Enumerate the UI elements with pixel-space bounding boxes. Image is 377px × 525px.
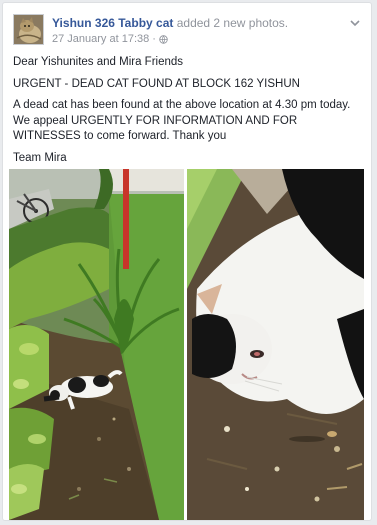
post-header: Yishun 326 Tabby cat added 2 new photos.… — [13, 14, 361, 48]
post-body: Dear Yishunites and Mira Friends URGENT … — [13, 55, 361, 172]
photo-garden-cat[interactable] — [9, 169, 184, 520]
post-headline: URGENT - DEAD CAT FOUND AT BLOCK 162 YIS… — [13, 77, 300, 90]
post-greeting: Dear Yishunites and Mira Friends — [13, 56, 184, 68]
author-name[interactable]: Yishun 326 Tabby cat — [52, 16, 173, 30]
author-line: Yishun 326 Tabby cat added 2 new photos. — [52, 16, 288, 30]
post-card: Yishun 326 Tabby cat added 2 new photos.… — [2, 2, 372, 521]
post-timestamp[interactable]: 27 January at 17:38 — [52, 33, 149, 45]
globe-icon — [159, 34, 168, 44]
avatar[interactable] — [13, 14, 44, 45]
photo-cat-closeup[interactable] — [187, 169, 364, 520]
post-signature: Team Mira — [13, 151, 67, 164]
photo-grid — [9, 169, 364, 520]
post-action: added 2 new photos. — [176, 16, 289, 30]
chevron-down-icon[interactable] — [349, 15, 361, 27]
post-meta: 27 January at 17:38 · — [52, 33, 168, 45]
post-message: A dead cat has been found at the above l… — [13, 99, 351, 142]
